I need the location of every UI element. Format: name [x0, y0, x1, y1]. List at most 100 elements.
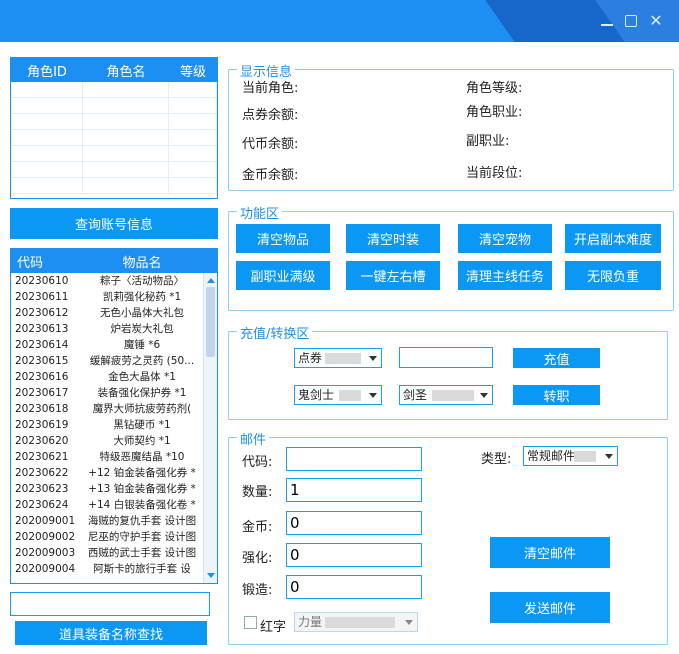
table-row[interactable]: 202009003 西贼的武士手套 设计图 [11, 545, 203, 561]
role-table-row[interactable] [11, 114, 217, 130]
item-name-cell: 装备强化保护券 *1 [97, 387, 187, 399]
clear-items-button[interactable]: 清空物品 [236, 224, 330, 253]
recharge-group [228, 331, 668, 420]
red-char-select[interactable]: 力量 [294, 612, 418, 632]
scroll-down-icon[interactable] [207, 573, 215, 578]
recharge-button[interactable]: 充值 [513, 348, 600, 368]
item-code-cell: 20230617 [15, 387, 69, 399]
clear-mail-button[interactable]: 清空邮件 [490, 537, 610, 568]
table-row[interactable]: 20230622 +12 铂金装备强化券 * [11, 465, 203, 481]
item-search-input[interactable] [10, 592, 210, 616]
change-job-button[interactable]: 转职 [513, 385, 600, 405]
send-mail-button[interactable]: 发送邮件 [490, 592, 610, 623]
role-table-row[interactable] [11, 82, 217, 98]
mail-forge-input[interactable] [286, 575, 422, 599]
item-code-cell: 202009001 [15, 515, 76, 527]
unlimited-weight-button[interactable]: 无限负重 [565, 261, 661, 290]
table-row[interactable]: 20230616 金色大晶体 *1 [11, 369, 203, 385]
scroll-thumb[interactable] [206, 287, 215, 357]
table-row[interactable]: 20230620 大师契约 *1 [11, 433, 203, 449]
mail-forge-label: 锻造: [242, 583, 273, 598]
role-table-cell [83, 146, 169, 161]
query-account-button[interactable]: 查询账号信息 [10, 208, 218, 239]
role-table-row[interactable] [11, 98, 217, 114]
mail-type-select[interactable]: 常规邮件 [523, 446, 618, 466]
red-char-checkbox[interactable] [244, 616, 257, 629]
table-row[interactable]: 20230618 魔界大师抗疲劳药剂( [11, 401, 203, 417]
table-row[interactable]: 20230611 凯莉强化秘药 *1 [11, 289, 203, 305]
maximize-icon[interactable] [622, 12, 640, 30]
item-code-cell: 202009003 [15, 547, 76, 559]
chevron-down-icon[interactable] [480, 393, 488, 398]
table-row[interactable]: 20230621 特级恶魔结晶 *10 [11, 449, 203, 465]
class-select-highlight [339, 390, 361, 401]
table-row[interactable]: 20230619 黑钻硬币 *1 [11, 417, 203, 433]
chevron-down-icon[interactable] [605, 454, 613, 459]
role-table-row[interactable] [11, 146, 217, 162]
mail-gold-input[interactable] [286, 511, 422, 535]
job-select[interactable]: 剑圣 [399, 385, 493, 405]
item-name-cell: 金色大晶体 *1 [108, 371, 176, 383]
maximize-box [625, 15, 637, 27]
role-table-row[interactable] [11, 178, 217, 194]
col-role-id: 角色ID [27, 64, 67, 80]
item-code-cell: 20230610 [15, 275, 69, 287]
points-balance-label: 点券余额: [242, 108, 299, 123]
item-name-cell: 粽子〈活动物品〉 [100, 275, 184, 287]
class-select[interactable]: 鬼剑士 [294, 385, 382, 405]
table-row[interactable]: 20230613 炉岩炭大礼包 [11, 321, 203, 337]
clear-pets-button[interactable]: 清空宠物 [458, 224, 552, 253]
table-row[interactable]: 202009001 海贼的复仇手套 设计图 [11, 513, 203, 529]
open-dungeon-difficulty-button[interactable]: 开启副本难度 [565, 224, 661, 253]
close-icon[interactable]: ✕ [647, 12, 665, 30]
item-name-cell: 西贼的武士手套 设计图 [87, 547, 197, 559]
table-row[interactable]: 202009002 尼巫的守护手套 设计图 [11, 529, 203, 545]
role-table-cell [83, 82, 169, 97]
item-code-cell: 20230623 [15, 483, 69, 495]
subjob-max-level-button[interactable]: 副职业满级 [236, 261, 330, 290]
title-bar[interactable]: ✕ [0, 0, 679, 42]
role-table-cell [11, 98, 83, 113]
mail-qty-input[interactable] [286, 478, 422, 502]
one-click-slots-button[interactable]: 一键左右槽 [346, 261, 440, 290]
role-table-row[interactable] [11, 162, 217, 178]
item-name-cell: 大师契约 *1 [113, 435, 171, 447]
table-row[interactable]: 20230624 +14 白银装备强化卷 * [11, 497, 203, 513]
role-table-cell [11, 162, 83, 177]
item-code-cell: 20230614 [15, 339, 69, 351]
role-level-label: 角色等级: [466, 81, 523, 96]
table-row[interactable]: 20230612 无色小晶体大礼包 [11, 305, 203, 321]
role-table[interactable]: 角色ID 角色名 等级 [10, 57, 218, 199]
table-row[interactable]: 20230610 粽子〈活动物品〉 [11, 273, 203, 289]
recharge-amount-input[interactable] [399, 347, 493, 368]
clear-fashion-button[interactable]: 清空时装 [346, 224, 440, 253]
role-table-row[interactable] [11, 130, 217, 146]
mail-code-label: 代码: [242, 455, 273, 470]
table-row[interactable]: 202009004 阿斯卡的旅行手套 设 [11, 561, 203, 577]
role-job-label: 角色职业: [466, 105, 523, 120]
mail-enhance-input[interactable] [286, 543, 422, 567]
minimize-icon[interactable] [598, 12, 616, 30]
currency-select-value: 点券 [298, 351, 323, 365]
role-table-cell [11, 130, 83, 145]
table-row[interactable]: 20230614 魔锤 *6 [11, 337, 203, 353]
chevron-down-icon[interactable] [405, 620, 413, 625]
chevron-down-icon[interactable] [369, 356, 377, 361]
item-name-cell: 凯莉强化秘药 *1 [102, 291, 182, 303]
role-table-header: 角色ID 角色名 等级 [11, 58, 217, 82]
item-table-scrollbar[interactable] [203, 273, 217, 583]
scroll-up-icon[interactable] [207, 278, 215, 283]
mail-type-select-value: 常规邮件 [527, 449, 576, 463]
currency-select[interactable]: 点券 [294, 348, 382, 368]
table-row[interactable]: 20230623 +13 铂金装备强化券 * [11, 481, 203, 497]
role-table-cell [169, 130, 217, 145]
chevron-down-icon[interactable] [369, 393, 377, 398]
item-table[interactable]: 代码 物品名 20230610 粽子〈活动物品〉 20230611 凯莉强化秘药 *1… [10, 248, 218, 584]
item-code-cell: 20230612 [15, 307, 69, 319]
item-search-button[interactable]: 道具装备名称查找 [15, 621, 207, 645]
mail-code-input[interactable] [286, 447, 422, 471]
table-row[interactable]: 20230615 缓解疲劳之灵药 (50... [11, 353, 203, 369]
clear-main-quest-button[interactable]: 清理主线任务 [458, 261, 552, 290]
item-name-cell: 炉岩炭大礼包 [110, 323, 174, 335]
table-row[interactable]: 20230617 装备强化保护券 *1 [11, 385, 203, 401]
